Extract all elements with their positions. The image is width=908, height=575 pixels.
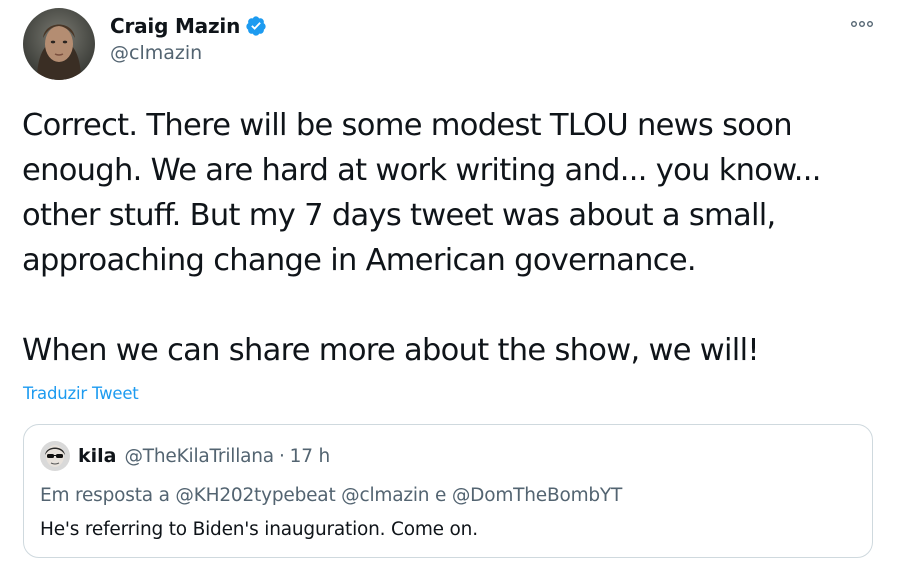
quoted-tweet-card[interactable]: kila @TheKilaTrillana · 17 h Em resposta…	[23, 424, 873, 558]
author-handle[interactable]: @clmazin	[110, 42, 267, 64]
quoted-author-name: kila	[78, 445, 117, 467]
tweet-paragraph: Correct. There will be some modest TLOU …	[22, 108, 821, 278]
quoted-author-handle: @TheKilaTrillana	[124, 445, 274, 467]
quoted-tweet-header: kila @TheKilaTrillana · 17 h	[40, 441, 330, 471]
tweet-text: Correct. There will be some modest TLOU …	[22, 103, 892, 373]
quoted-author-avatar	[40, 441, 70, 471]
separator-dot: ·	[278, 445, 285, 467]
translate-tweet-link[interactable]: Traduzir Tweet	[23, 384, 139, 403]
author-name[interactable]: Craig Mazin	[110, 14, 240, 38]
quoted-tweet-text: He's referring to Biden's inauguration. …	[40, 519, 478, 540]
tweet-paragraph: When we can share more about the show, w…	[22, 333, 760, 368]
quoted-timestamp: 17 h	[289, 445, 331, 467]
tweet-author: Craig Mazin @clmazin	[110, 12, 267, 64]
verified-badge-icon	[245, 15, 267, 37]
author-avatar[interactable]	[23, 8, 95, 80]
author-name-row: Craig Mazin	[110, 12, 267, 40]
more-options-icon[interactable]	[848, 14, 876, 34]
quoted-reply-context: Em resposta a @KH202typebeat @clmazin e …	[40, 485, 623, 506]
